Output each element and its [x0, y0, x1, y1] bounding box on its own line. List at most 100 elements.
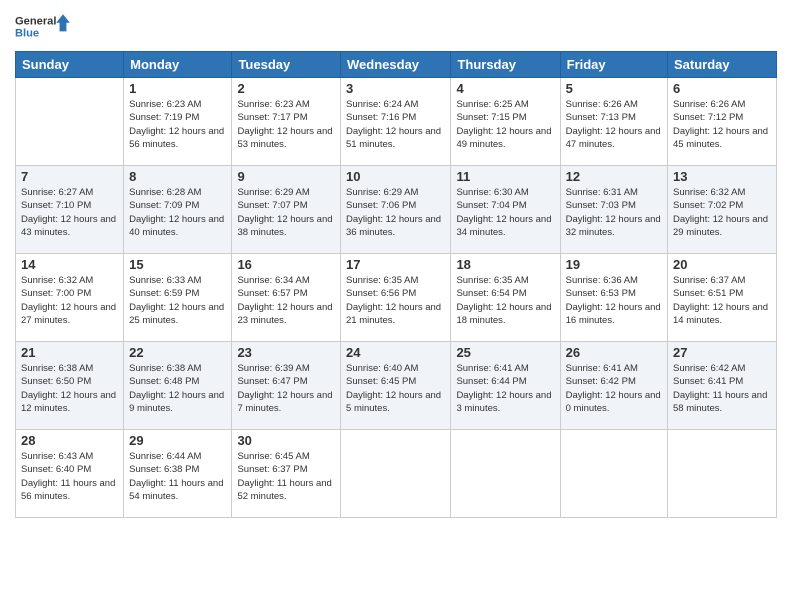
week-row-5: 28 Sunrise: 6:43 AM Sunset: 6:40 PM Dayli…: [16, 430, 777, 518]
day-info: Sunrise: 6:41 AM Sunset: 6:44 PM Dayligh…: [456, 362, 554, 415]
calendar-table: SundayMondayTuesdayWednesdayThursdayFrid…: [15, 51, 777, 518]
day-info: Sunrise: 6:28 AM Sunset: 7:09 PM Dayligh…: [129, 186, 226, 239]
day-info: Sunrise: 6:32 AM Sunset: 7:02 PM Dayligh…: [673, 186, 771, 239]
weekday-header-monday: Monday: [124, 52, 232, 78]
day-info: Sunrise: 6:34 AM Sunset: 6:57 PM Dayligh…: [237, 274, 335, 327]
day-cell: [16, 78, 124, 166]
day-number: 20: [673, 257, 771, 272]
day-cell: 22 Sunrise: 6:38 AM Sunset: 6:48 PM Dayli…: [124, 342, 232, 430]
day-info: Sunrise: 6:39 AM Sunset: 6:47 PM Dayligh…: [237, 362, 335, 415]
day-number: 22: [129, 345, 226, 360]
day-number: 2: [237, 81, 335, 96]
day-cell: 12 Sunrise: 6:31 AM Sunset: 7:03 PM Dayli…: [560, 166, 667, 254]
day-cell: 11 Sunrise: 6:30 AM Sunset: 7:04 PM Dayli…: [451, 166, 560, 254]
day-cell: 28 Sunrise: 6:43 AM Sunset: 6:40 PM Dayli…: [16, 430, 124, 518]
day-number: 7: [21, 169, 118, 184]
day-cell: 9Sunrise: 6:29 AM Sunset: 7:07 PM Daylig…: [232, 166, 341, 254]
day-info: Sunrise: 6:44 AM Sunset: 6:38 PM Dayligh…: [129, 450, 226, 503]
day-number: 8: [129, 169, 226, 184]
day-cell: 27 Sunrise: 6:42 AM Sunset: 6:41 PM Dayli…: [668, 342, 777, 430]
day-info: Sunrise: 6:35 AM Sunset: 6:54 PM Dayligh…: [456, 274, 554, 327]
day-info: Sunrise: 6:25 AM Sunset: 7:15 PM Dayligh…: [456, 98, 554, 151]
header: General Blue: [15, 10, 777, 45]
day-cell: 4 Sunrise: 6:25 AM Sunset: 7:15 PM Daylig…: [451, 78, 560, 166]
day-info: Sunrise: 6:35 AM Sunset: 6:56 PM Dayligh…: [346, 274, 445, 327]
page: General Blue SundayMondayTuesdayWednesda…: [0, 0, 792, 612]
weekday-header-sunday: Sunday: [16, 52, 124, 78]
weekday-header-saturday: Saturday: [668, 52, 777, 78]
day-cell: [341, 430, 451, 518]
day-cell: 13Sunrise: 6:32 AM Sunset: 7:02 PM Dayli…: [668, 166, 777, 254]
day-number: 15: [129, 257, 226, 272]
day-number: 4: [456, 81, 554, 96]
day-info: Sunrise: 6:36 AM Sunset: 6:53 PM Dayligh…: [566, 274, 662, 327]
day-cell: 3 Sunrise: 6:24 AM Sunset: 7:16 PM Daylig…: [341, 78, 451, 166]
day-number: 1: [129, 81, 226, 96]
weekday-header-tuesday: Tuesday: [232, 52, 341, 78]
day-number: 17: [346, 257, 445, 272]
day-info: Sunrise: 6:41 AM Sunset: 6:42 PM Dayligh…: [566, 362, 662, 415]
day-info: Sunrise: 6:38 AM Sunset: 6:50 PM Dayligh…: [21, 362, 118, 415]
day-info: Sunrise: 6:24 AM Sunset: 7:16 PM Dayligh…: [346, 98, 445, 151]
day-cell: 6 Sunrise: 6:26 AM Sunset: 7:12 PM Daylig…: [668, 78, 777, 166]
day-info: Sunrise: 6:33 AM Sunset: 6:59 PM Dayligh…: [129, 274, 226, 327]
day-number: 28: [21, 433, 118, 448]
week-row-4: 21Sunrise: 6:38 AM Sunset: 6:50 PM Dayli…: [16, 342, 777, 430]
day-info: Sunrise: 6:26 AM Sunset: 7:12 PM Dayligh…: [673, 98, 771, 151]
day-info: Sunrise: 6:23 AM Sunset: 7:17 PM Dayligh…: [237, 98, 335, 151]
day-cell: 16 Sunrise: 6:34 AM Sunset: 6:57 PM Dayli…: [232, 254, 341, 342]
day-cell: 15 Sunrise: 6:33 AM Sunset: 6:59 PM Dayli…: [124, 254, 232, 342]
day-info: Sunrise: 6:37 AM Sunset: 6:51 PM Dayligh…: [673, 274, 771, 327]
logo: General Blue: [15, 10, 75, 45]
week-row-2: 7 Sunrise: 6:27 AM Sunset: 7:10 PM Daylig…: [16, 166, 777, 254]
day-cell: 23 Sunrise: 6:39 AM Sunset: 6:47 PM Dayli…: [232, 342, 341, 430]
day-info: Sunrise: 6:42 AM Sunset: 6:41 PM Dayligh…: [673, 362, 771, 415]
day-cell: 18 Sunrise: 6:35 AM Sunset: 6:54 PM Dayli…: [451, 254, 560, 342]
day-cell: [560, 430, 667, 518]
day-info: Sunrise: 6:40 AM Sunset: 6:45 PM Dayligh…: [346, 362, 445, 415]
day-number: 12: [566, 169, 662, 184]
day-info: Sunrise: 6:31 AM Sunset: 7:03 PM Dayligh…: [566, 186, 662, 239]
weekday-header-friday: Friday: [560, 52, 667, 78]
day-info: Sunrise: 6:29 AM Sunset: 7:06 PM Dayligh…: [346, 186, 445, 239]
day-cell: 30 Sunrise: 6:45 AM Sunset: 6:37 PM Dayli…: [232, 430, 341, 518]
week-row-1: 1Sunrise: 6:23 AM Sunset: 7:19 PM Daylig…: [16, 78, 777, 166]
day-cell: 20 Sunrise: 6:37 AM Sunset: 6:51 PM Dayli…: [668, 254, 777, 342]
day-number: 27: [673, 345, 771, 360]
week-row-3: 14Sunrise: 6:32 AM Sunset: 7:00 PM Dayli…: [16, 254, 777, 342]
day-number: 18: [456, 257, 554, 272]
day-number: 23: [237, 345, 335, 360]
day-number: 26: [566, 345, 662, 360]
day-number: 3: [346, 81, 445, 96]
day-number: 14: [21, 257, 118, 272]
day-cell: 29 Sunrise: 6:44 AM Sunset: 6:38 PM Dayli…: [124, 430, 232, 518]
day-info: Sunrise: 6:30 AM Sunset: 7:04 PM Dayligh…: [456, 186, 554, 239]
day-number: 5: [566, 81, 662, 96]
day-cell: 8 Sunrise: 6:28 AM Sunset: 7:09 PM Daylig…: [124, 166, 232, 254]
svg-text:Blue: Blue: [15, 28, 39, 40]
day-cell: 25Sunrise: 6:41 AM Sunset: 6:44 PM Dayli…: [451, 342, 560, 430]
day-cell: [668, 430, 777, 518]
day-cell: 10 Sunrise: 6:29 AM Sunset: 7:06 PM Dayli…: [341, 166, 451, 254]
day-info: Sunrise: 6:45 AM Sunset: 6:37 PM Dayligh…: [237, 450, 335, 503]
day-cell: [451, 430, 560, 518]
day-cell: 26 Sunrise: 6:41 AM Sunset: 6:42 PM Dayli…: [560, 342, 667, 430]
day-number: 16: [237, 257, 335, 272]
day-number: 6: [673, 81, 771, 96]
day-number: 24: [346, 345, 445, 360]
day-number: 10: [346, 169, 445, 184]
day-number: 19: [566, 257, 662, 272]
weekday-header-thursday: Thursday: [451, 52, 560, 78]
day-cell: 2 Sunrise: 6:23 AM Sunset: 7:17 PM Daylig…: [232, 78, 341, 166]
day-cell: 19 Sunrise: 6:36 AM Sunset: 6:53 PM Dayli…: [560, 254, 667, 342]
day-info: Sunrise: 6:38 AM Sunset: 6:48 PM Dayligh…: [129, 362, 226, 415]
day-info: Sunrise: 6:27 AM Sunset: 7:10 PM Dayligh…: [21, 186, 118, 239]
logo-svg: General Blue: [15, 10, 75, 45]
day-number: 11: [456, 169, 554, 184]
day-cell: 17 Sunrise: 6:35 AM Sunset: 6:56 PM Dayli…: [341, 254, 451, 342]
day-info: Sunrise: 6:43 AM Sunset: 6:40 PM Dayligh…: [21, 450, 118, 503]
day-cell: 21Sunrise: 6:38 AM Sunset: 6:50 PM Dayli…: [16, 342, 124, 430]
day-number: 30: [237, 433, 335, 448]
day-number: 29: [129, 433, 226, 448]
day-info: Sunrise: 6:26 AM Sunset: 7:13 PM Dayligh…: [566, 98, 662, 151]
